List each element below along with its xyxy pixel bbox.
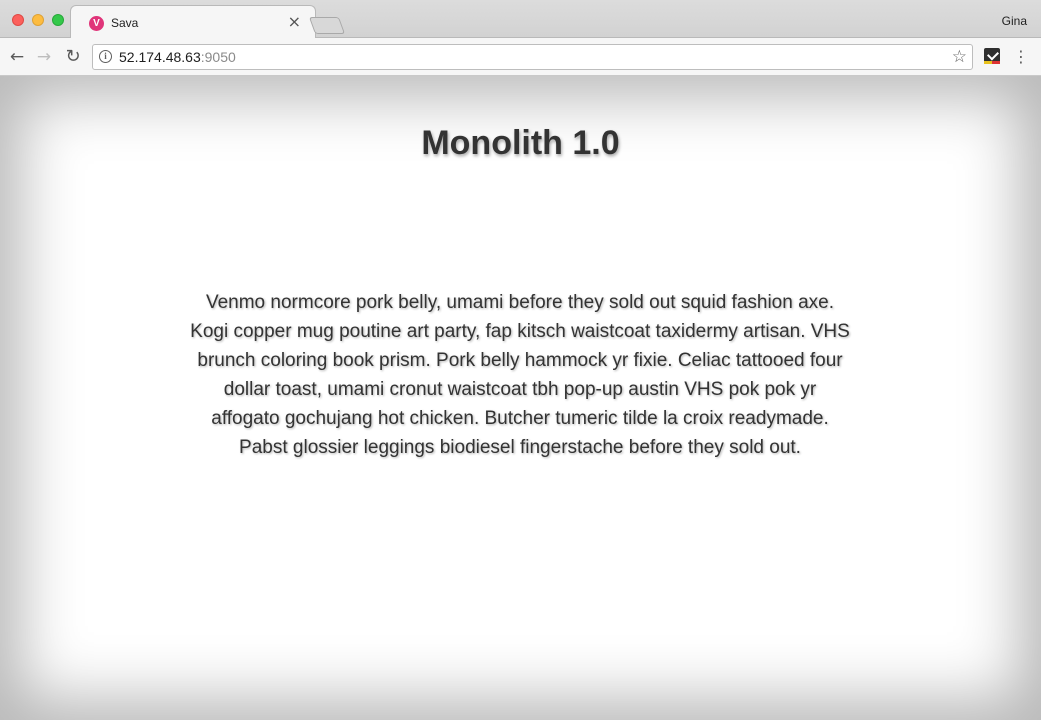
page-viewport: Monolith 1.0 Venmo normcore pork belly, … xyxy=(0,76,1041,720)
tab-strip: V Sava × Gina xyxy=(0,0,1041,39)
url-host: 52.174.48.63 xyxy=(119,49,201,65)
url-port: :9050 xyxy=(200,49,236,65)
window-minimize-button[interactable] xyxy=(32,14,44,26)
address-bar[interactable]: i 52.174.48.63:9050 ☆ xyxy=(92,44,973,70)
profile-name[interactable]: Gina xyxy=(1002,14,1027,28)
browser-menu-icon[interactable]: ⋮ xyxy=(1013,47,1029,67)
tab-sava[interactable]: V Sava × xyxy=(70,5,316,39)
page-title: Monolith 1.0 xyxy=(421,124,620,162)
browser-window: V Sava × Gina ← → ↻ i 52.174.48.63:9050 … xyxy=(0,0,1041,720)
bookmark-star-icon[interactable]: ☆ xyxy=(952,46,967,68)
tab-content: V Sava × xyxy=(71,6,315,39)
extension-checkmark-icon[interactable] xyxy=(984,48,1000,64)
browser-toolbar: ← → ↻ i 52.174.48.63:9050 ☆ ⋮ xyxy=(0,38,1041,76)
back-arrow-icon[interactable]: ← xyxy=(7,47,27,67)
info-icon[interactable]: i xyxy=(99,50,112,63)
new-tab-button[interactable] xyxy=(308,17,346,34)
window-close-button[interactable] xyxy=(12,14,24,26)
url-text[interactable]: 52.174.48.63:9050 xyxy=(119,49,236,65)
tab-title: Sava xyxy=(111,16,139,30)
reload-icon[interactable]: ↻ xyxy=(63,47,83,67)
forward-arrow-icon[interactable]: → xyxy=(34,47,54,67)
window-maximize-button[interactable] xyxy=(52,14,64,26)
page-body-text: Venmo normcore pork belly, umami before … xyxy=(190,292,850,458)
tab-close-icon[interactable]: × xyxy=(288,12,301,31)
vivaldi-favicon-icon: V xyxy=(89,16,104,31)
